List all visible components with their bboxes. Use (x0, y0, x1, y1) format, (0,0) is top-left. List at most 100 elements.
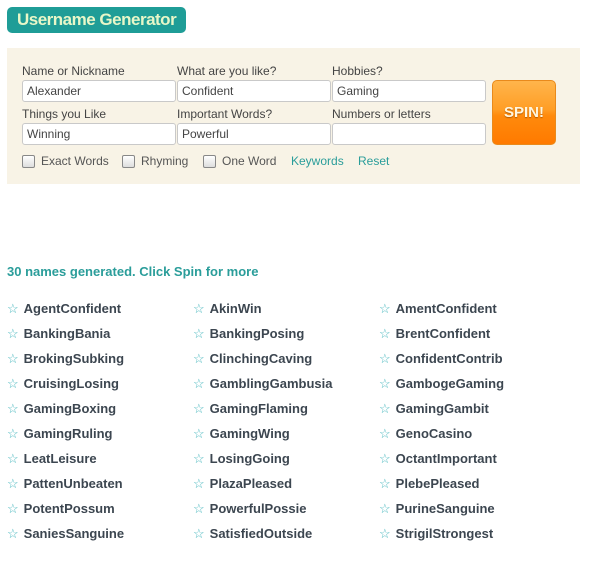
numbers-input[interactable] (332, 123, 486, 145)
star-icon[interactable]: ☆ (7, 426, 19, 442)
star-icon[interactable]: ☆ (7, 401, 19, 417)
numbers-label: Numbers or letters (332, 107, 431, 121)
name-text: AkinWin (209, 301, 262, 316)
name-item[interactable]: ☆ OctantImportant (379, 446, 504, 471)
important-label: Important Words? (177, 107, 273, 121)
star-icon[interactable]: ☆ (193, 301, 205, 317)
name-item[interactable]: ☆ PattenUnbeaten (7, 471, 124, 496)
one-word-checkbox[interactable] (203, 154, 216, 168)
star-icon[interactable]: ☆ (379, 426, 391, 442)
name-item[interactable]: ☆ StrigilStrongest (379, 521, 504, 546)
name-item[interactable]: ☆ GamingRuling (7, 421, 124, 446)
name-text: GenoCasino (395, 426, 473, 441)
name-item[interactable]: ☆ GamblingGambusia (193, 371, 332, 396)
name-text: PlebePleased (395, 476, 480, 491)
name-item[interactable]: ☆ PotentPossum (7, 496, 124, 521)
name-item[interactable]: ☆ BankingBania (7, 321, 124, 346)
name-item[interactable]: ☆ SaniesSanguine (7, 521, 124, 546)
name-item[interactable]: ☆ CruisingLosing (7, 371, 124, 396)
name-item[interactable]: ☆ BankingPosing (193, 321, 332, 346)
star-icon[interactable]: ☆ (379, 301, 391, 317)
name-item[interactable]: ☆ GenoCasino (379, 421, 504, 446)
star-icon[interactable]: ☆ (379, 351, 391, 367)
name-text: PowerfulPossie (209, 501, 307, 516)
name-text: SaniesSanguine (23, 526, 125, 541)
star-icon[interactable]: ☆ (193, 401, 205, 417)
name-item[interactable]: ☆ ConfidentContrib (379, 346, 504, 371)
like-input[interactable]: Confident (177, 80, 331, 102)
star-icon[interactable]: ☆ (193, 526, 205, 542)
name-item[interactable]: ☆ BrentConfident (379, 321, 504, 346)
rhyming-label: Rhyming (141, 154, 189, 168)
name-text: LeatLeisure (23, 451, 97, 466)
name-item[interactable]: ☆ LeatLeisure (7, 446, 124, 471)
name-text: GamblingGambusia (209, 376, 333, 391)
results-column-2: ☆ AkinWin ☆ BankingPosing ☆ ClinchingCaving ☆ G… (193, 296, 332, 546)
name-text: AgentConfident (23, 301, 122, 316)
name-item[interactable]: ☆ GamingBoxing (7, 396, 124, 421)
name-item[interactable]: ☆ GamingFlaming (193, 396, 332, 421)
page-title: Username Generator (7, 7, 187, 33)
star-icon[interactable]: ☆ (7, 526, 19, 542)
star-icon[interactable]: ☆ (7, 476, 19, 492)
name-item[interactable]: ☆ BrokingSubking (7, 346, 124, 371)
spin-button[interactable]: SPIN! (492, 80, 556, 145)
hobbies-input[interactable]: Gaming (332, 80, 486, 102)
star-icon[interactable]: ☆ (193, 426, 205, 442)
name-text: GamingGambit (395, 401, 489, 416)
name-item[interactable]: ☆ GamingWing (193, 421, 332, 446)
star-icon[interactable]: ☆ (193, 501, 205, 517)
name-item[interactable]: ☆ SatisfiedOutside (193, 521, 332, 546)
name-item[interactable]: ☆ ClinchingCaving (193, 346, 332, 371)
reset-link[interactable]: Reset (358, 154, 389, 168)
star-icon[interactable]: ☆ (379, 401, 391, 417)
star-icon[interactable]: ☆ (193, 476, 205, 492)
star-icon[interactable]: ☆ (379, 376, 391, 392)
star-icon[interactable]: ☆ (379, 326, 391, 342)
star-icon[interactable]: ☆ (379, 501, 391, 517)
name-text: GamingFlaming (209, 401, 308, 416)
star-icon[interactable]: ☆ (193, 326, 205, 342)
name-item[interactable]: ☆ AkinWin (193, 296, 332, 321)
results-column-3: ☆ AmentConfident ☆ BrentConfident ☆ Confident… (379, 296, 504, 546)
important-input[interactable]: Powerful (177, 123, 331, 145)
rhyming-checkbox[interactable] (122, 154, 135, 168)
name-text: PlazaPleased (209, 476, 293, 491)
star-icon[interactable]: ☆ (379, 476, 391, 492)
exact-words-option[interactable]: Exact Words (22, 154, 109, 168)
one-word-option[interactable]: One Word (203, 154, 276, 168)
name-text: ClinchingCaving (209, 351, 313, 366)
star-icon[interactable]: ☆ (193, 351, 205, 367)
things-input[interactable]: Winning (22, 123, 176, 145)
name-item[interactable]: ☆ AmentConfident (379, 296, 504, 321)
star-icon[interactable]: ☆ (7, 501, 19, 517)
star-icon[interactable]: ☆ (7, 376, 19, 392)
star-icon[interactable]: ☆ (7, 351, 19, 367)
keywords-link[interactable]: Keywords (291, 154, 344, 168)
name-text: GambogeGaming (395, 376, 505, 391)
star-icon[interactable]: ☆ (7, 326, 19, 342)
rhyming-option[interactable]: Rhyming (122, 154, 188, 168)
star-icon[interactable]: ☆ (193, 451, 205, 467)
name-item[interactable]: ☆ PowerfulPossie (193, 496, 332, 521)
name-item[interactable]: ☆ PlazaPleased (193, 471, 332, 496)
name-input[interactable]: Alexander (22, 80, 176, 102)
results-status: 30 names generated. Click Spin for more (7, 264, 259, 279)
name-item[interactable]: ☆ GambogeGaming (379, 371, 504, 396)
hobbies-label: Hobbies? (332, 64, 383, 78)
star-icon[interactable]: ☆ (379, 451, 391, 467)
star-icon[interactable]: ☆ (193, 376, 205, 392)
name-text: LosingGoing (209, 451, 290, 466)
name-item[interactable]: ☆ LosingGoing (193, 446, 332, 471)
exact-words-label: Exact Words (41, 154, 109, 168)
star-icon[interactable]: ☆ (7, 451, 19, 467)
results-column-1: ☆ AgentConfident ☆ BankingBania ☆ BrokingSubk… (7, 296, 124, 546)
name-item[interactable]: ☆ GamingGambit (379, 396, 504, 421)
name-item[interactable]: ☆ PurineSanguine (379, 496, 504, 521)
name-text: GamingRuling (23, 426, 113, 441)
star-icon[interactable]: ☆ (7, 301, 19, 317)
name-item[interactable]: ☆ AgentConfident (7, 296, 124, 321)
name-item[interactable]: ☆ PlebePleased (379, 471, 504, 496)
star-icon[interactable]: ☆ (379, 526, 391, 542)
exact-words-checkbox[interactable] (22, 154, 35, 168)
